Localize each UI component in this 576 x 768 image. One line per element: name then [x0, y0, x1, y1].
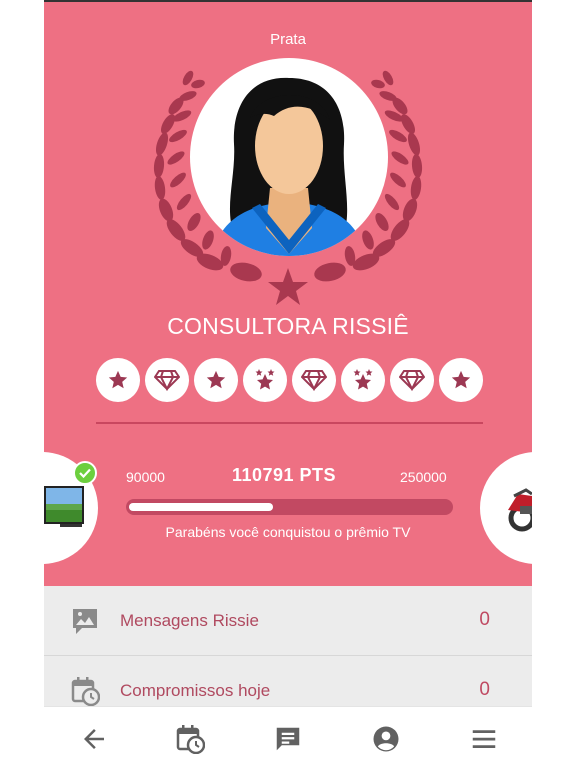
- badge-row: [96, 358, 486, 402]
- achieved-check-icon: [73, 461, 97, 485]
- calendar-clock-icon: [71, 677, 100, 706]
- diamond-icon: [399, 370, 425, 391]
- progress-bar: [126, 499, 453, 515]
- star-badge[interactable]: [96, 358, 140, 402]
- nav-messages[interactable]: [272, 723, 304, 755]
- diamond-icon: [301, 370, 327, 391]
- nav-profile[interactable]: [370, 723, 402, 755]
- star-badge[interactable]: [439, 358, 483, 402]
- nav-back[interactable]: [78, 723, 110, 755]
- consultant-name: CONSULTORA RISSIÊ: [167, 313, 409, 339]
- double-star-badge[interactable]: [243, 358, 287, 402]
- divider: [96, 422, 483, 424]
- star-icon: [108, 370, 128, 389]
- diamond-icon: [154, 370, 180, 391]
- progress-message: Parabéns você conquistou o prêmio TV: [165, 524, 411, 540]
- bottom-nav: [44, 706, 532, 768]
- star-icon: [451, 370, 471, 389]
- image-message-icon: [73, 609, 97, 634]
- avatar-illustration: [212, 77, 366, 256]
- double-star-badge[interactable]: [341, 358, 385, 402]
- back-arrow-icon: [84, 729, 104, 749]
- star-badge[interactable]: [194, 358, 238, 402]
- prize-motorcycle[interactable]: [480, 452, 532, 564]
- profile-header: Prata CONSULTORA RISSIÊ 90000 110791 PTS…: [44, 2, 532, 586]
- avatar[interactable]: [190, 58, 388, 256]
- star-icon: [206, 370, 226, 389]
- account-icon: [373, 726, 399, 752]
- list-item-label: Compromissos hoje: [120, 681, 271, 700]
- level-label: Prata: [270, 31, 306, 48]
- progress-min-label: 90000: [126, 469, 165, 485]
- calendar-clock-icon: [176, 725, 205, 754]
- diamond-badge[interactable]: [145, 358, 189, 402]
- progress-bar-fill: [129, 503, 273, 511]
- diamond-badge[interactable]: [390, 358, 434, 402]
- points-total: 110791 PTS: [231, 465, 337, 485]
- diamond-badge[interactable]: [292, 358, 336, 402]
- double-star-icon: [255, 369, 275, 390]
- chat-icon: [276, 727, 300, 751]
- app-screen: Prata CONSULTORA RISSIÊ 90000 110791 PTS…: [44, 0, 532, 768]
- nav-appointments[interactable]: [174, 723, 206, 755]
- list-item-count: 0: [479, 609, 490, 630]
- nav-menu[interactable]: [468, 723, 500, 755]
- list-item-messages[interactable]: Mensagens Rissie 0: [44, 586, 532, 656]
- list-item-count: 0: [479, 679, 490, 700]
- double-star-icon: [353, 369, 373, 390]
- menu-icon: [472, 730, 496, 748]
- progress-max-label: 250000: [400, 469, 447, 485]
- list-item-label: Mensagens Rissie: [120, 611, 259, 630]
- motorcycle-icon: [508, 488, 532, 532]
- summary-list: Mensagens Rissie 0 Compromissos hoje 0: [44, 586, 532, 726]
